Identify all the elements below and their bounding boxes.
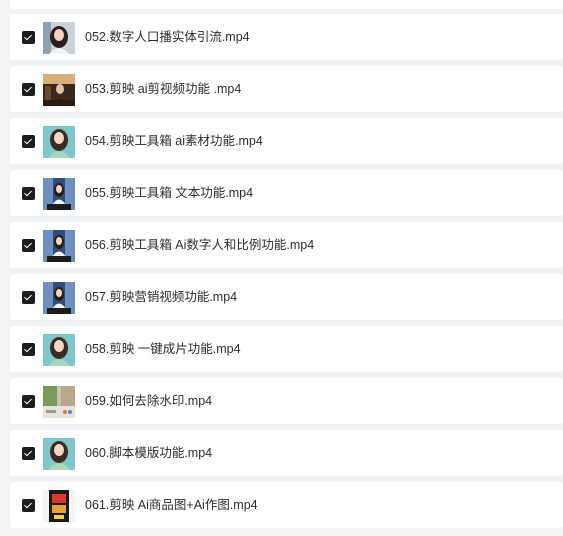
file-name: 061.剪映 Ai商品图+Ai作图.mp4	[85, 498, 258, 512]
video-thumbnail	[43, 282, 75, 314]
list-item[interactable]: 058.剪映 一键成片功能.mp4	[10, 326, 563, 372]
file-name: 056.剪映工具箱 Ai数字人和比例功能.mp4	[85, 238, 315, 252]
list-item[interactable]: 054.剪映工具箱 ai素材功能.mp4	[10, 118, 563, 164]
list-item[interactable]: 061.剪映 Ai商品图+Ai作图.mp4	[10, 482, 563, 528]
file-list: 052.数字人口播实体引流.mp4 053.剪映 ai剪视频功能 .mp4 05…	[0, 0, 563, 536]
list-item-partial[interactable]	[10, 0, 563, 9]
video-thumbnail	[43, 178, 75, 210]
file-name: 060.脚本模版功能.mp4	[85, 446, 213, 460]
list-item[interactable]: 057.剪映营销视频功能.mp4	[10, 274, 563, 320]
list-item[interactable]: 059.如何去除水印.mp4	[10, 378, 563, 424]
checkbox[interactable]	[22, 291, 35, 304]
checkbox[interactable]	[22, 187, 35, 200]
checkbox[interactable]	[22, 135, 35, 148]
file-name: 055.剪映工具箱 文本功能.mp4	[85, 186, 254, 200]
checkbox[interactable]	[22, 447, 35, 460]
file-name: 059.如何去除水印.mp4	[85, 394, 213, 408]
video-thumbnail	[43, 126, 75, 158]
file-name: 057.剪映营销视频功能.mp4	[85, 290, 238, 304]
video-thumbnail	[43, 438, 75, 470]
checkbox[interactable]	[22, 395, 35, 408]
checkbox[interactable]	[22, 31, 35, 44]
checkbox[interactable]	[22, 83, 35, 96]
file-name: 058.剪映 一键成片功能.mp4	[85, 342, 241, 356]
list-item[interactable]: 052.数字人口播实体引流.mp4	[10, 14, 563, 60]
file-name: 053.剪映 ai剪视频功能 .mp4	[85, 82, 242, 96]
list-item[interactable]: 055.剪映工具箱 文本功能.mp4	[10, 170, 563, 216]
file-name: 052.数字人口播实体引流.mp4	[85, 30, 250, 44]
list-item[interactable]: 060.脚本模版功能.mp4	[10, 430, 563, 476]
video-thumbnail	[43, 490, 75, 522]
video-thumbnail	[43, 22, 75, 54]
checkbox[interactable]	[22, 343, 35, 356]
video-thumbnail	[43, 386, 75, 418]
video-thumbnail	[43, 230, 75, 262]
checkbox[interactable]	[22, 239, 35, 252]
list-item[interactable]: 053.剪映 ai剪视频功能 .mp4	[10, 66, 563, 112]
file-name: 054.剪映工具箱 ai素材功能.mp4	[85, 134, 263, 148]
video-thumbnail	[43, 334, 75, 366]
video-thumbnail	[43, 74, 75, 106]
list-item[interactable]: 056.剪映工具箱 Ai数字人和比例功能.mp4	[10, 222, 563, 268]
checkbox[interactable]	[22, 499, 35, 512]
